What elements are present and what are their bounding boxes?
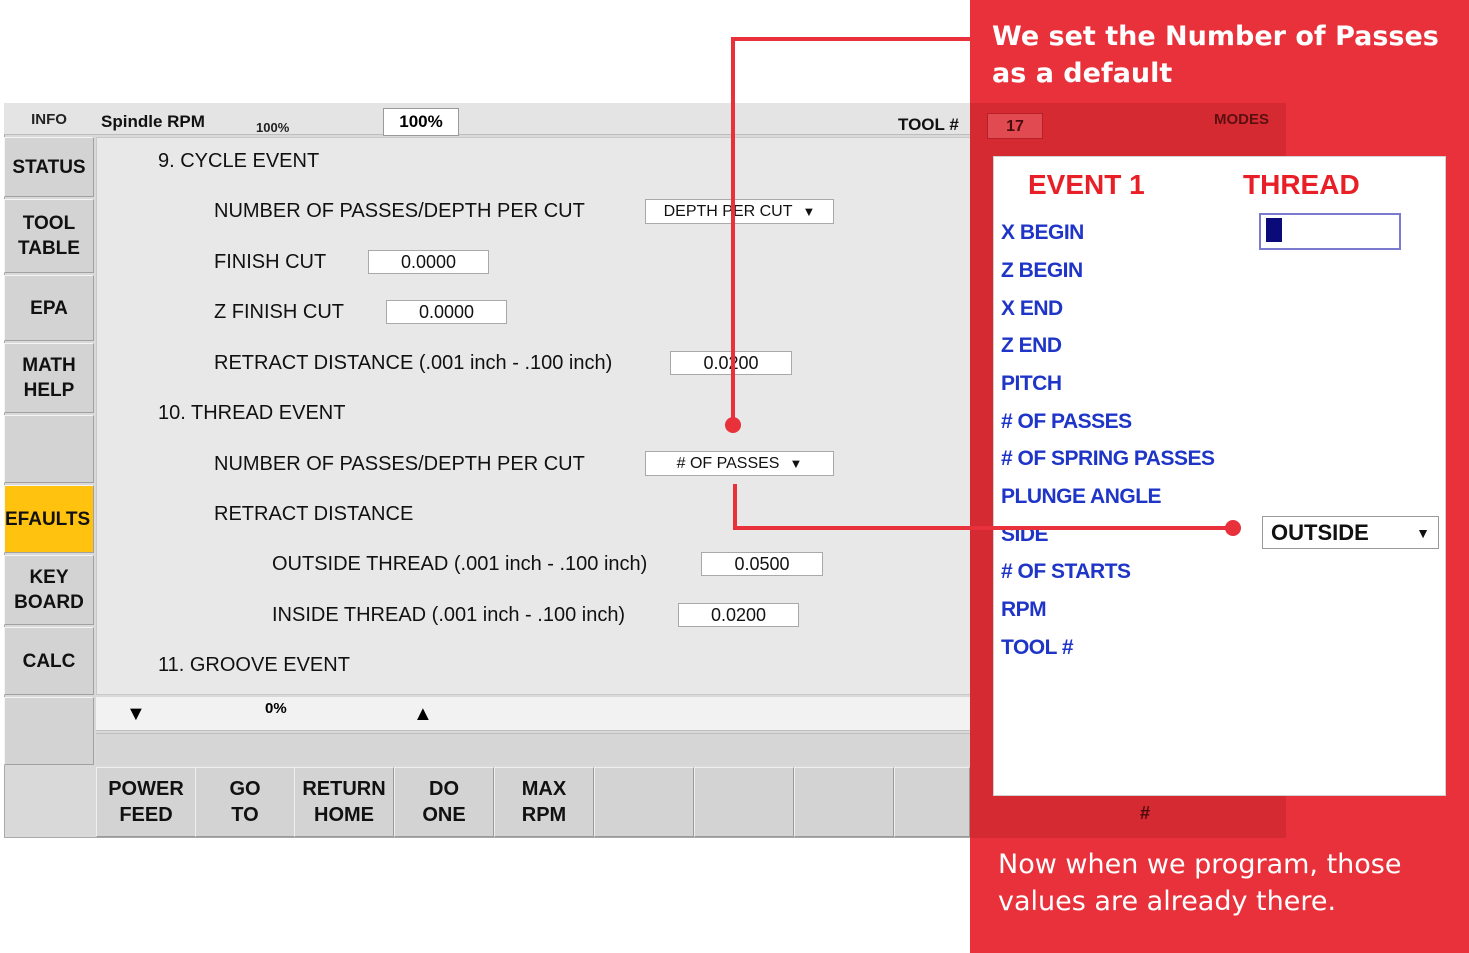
- return-home-button[interactable]: RETURN HOME: [294, 767, 394, 837]
- text-cursor: [1266, 218, 1282, 242]
- spindle-rpm-label: Spindle RPM: [101, 112, 205, 131]
- z-finish-cut-input[interactable]: 0.0000: [386, 300, 507, 324]
- field-num-passes: # OF PASSES: [1001, 410, 1132, 433]
- cycle-passes-dropdown[interactable]: DEPTH PER CUT ▼: [645, 199, 834, 224]
- field-spring-passes: # OF SPRING PASSES: [1001, 447, 1215, 470]
- thread-passes-dropdown[interactable]: # OF PASSES ▼: [645, 451, 834, 476]
- retract-distance-label: RETRACT DISTANCE (.001 inch - .100 inch): [214, 352, 613, 374]
- max-rpm-button[interactable]: MAX RPM: [494, 767, 594, 837]
- field-tool-number: TOOL #: [1001, 636, 1074, 659]
- field-rpm: RPM: [1001, 598, 1047, 621]
- field-z-begin: Z BEGIN: [1001, 259, 1083, 282]
- cycle-event-header: 9. CYCLE EVENT: [158, 150, 320, 172]
- spindle-percent-box[interactable]: 100%: [383, 108, 459, 136]
- outside-thread-input[interactable]: 0.0500: [701, 552, 823, 576]
- sidebar-math-help-button[interactable]: MATH HELP: [4, 343, 94, 413]
- sidebar-empty-button[interactable]: [4, 697, 94, 765]
- sidebar-defaults-button[interactable]: EFAULTS: [4, 485, 94, 553]
- function-key-9[interactable]: [894, 767, 970, 837]
- sidebar-status-button[interactable]: STATUS: [4, 137, 94, 197]
- tool-number-value[interactable]: 17: [987, 113, 1043, 139]
- finish-cut-label: FINISH CUT: [214, 251, 327, 273]
- thread-retract-label: RETRACT DISTANCE: [214, 503, 414, 525]
- event-card: [993, 156, 1446, 796]
- event-number-title: EVENT 1: [1028, 169, 1145, 200]
- info-button[interactable]: INFO: [4, 103, 94, 135]
- thread-passes-label: NUMBER OF PASSES/DEPTH PER CUT: [214, 453, 585, 475]
- event-type-title: THREAD: [1243, 169, 1360, 200]
- thread-event-header: 10. THREAD EVENT: [158, 402, 346, 424]
- sidebar-blank-button[interactable]: [4, 415, 94, 483]
- feed-percent-label: 0%: [265, 700, 287, 717]
- sidebar-epa-button[interactable]: EPA: [4, 275, 94, 341]
- hash-key[interactable]: #: [1100, 798, 1190, 828]
- function-key-8[interactable]: [794, 767, 894, 837]
- connector-line-down: [733, 484, 737, 530]
- callout-bottom-text: Now when we program, those values are al…: [998, 849, 1402, 917]
- thread-passes-value: # OF PASSES: [676, 454, 780, 472]
- callout-top-text: We set the Number of Passes as a default: [992, 21, 1439, 89]
- do-one-button[interactable]: DO ONE: [394, 767, 494, 837]
- connector-dot-passes: [725, 417, 741, 433]
- feed-up-arrow-icon[interactable]: ▲: [413, 703, 433, 726]
- groove-event-header: 11. GROOVE EVENT: [158, 654, 350, 676]
- inside-thread-label: INSIDE THREAD (.001 inch - .100 inch): [272, 604, 626, 626]
- connector-line-side: [733, 526, 1233, 530]
- function-key-7[interactable]: [694, 767, 794, 837]
- feed-down-arrow-icon[interactable]: ▼: [126, 703, 146, 726]
- side-select[interactable]: OUTSIDE ▼: [1262, 516, 1439, 549]
- connector-line-top: [731, 37, 975, 41]
- cycle-passes-label: NUMBER OF PASSES/DEPTH PER CUT: [214, 200, 585, 222]
- field-x-begin: X BEGIN: [1001, 221, 1084, 244]
- z-finish-cut-label: Z FINISH CUT: [214, 301, 344, 323]
- chevron-down-icon: ▼: [802, 204, 816, 219]
- go-to-button[interactable]: GO TO: [195, 767, 295, 837]
- connector-line-vertical: [731, 37, 735, 425]
- power-feed-button[interactable]: POWER FEED: [96, 767, 196, 837]
- finish-cut-input[interactable]: 0.0000: [368, 250, 489, 274]
- field-num-starts: # OF STARTS: [1001, 560, 1131, 583]
- outside-thread-label: OUTSIDE THREAD (.001 inch - .100 inch): [272, 553, 648, 575]
- field-z-end: Z END: [1001, 334, 1062, 357]
- sidebar-tool-table-button[interactable]: TOOL TABLE: [4, 199, 94, 273]
- feed-override-row: [96, 697, 976, 731]
- sidebar-calc-button[interactable]: CALC: [4, 627, 94, 695]
- chevron-down-icon: ▼: [789, 456, 803, 471]
- cycle-passes-value: DEPTH PER CUT: [663, 202, 793, 220]
- field-x-end: X END: [1001, 297, 1063, 320]
- field-pitch: PITCH: [1001, 372, 1062, 395]
- chevron-down-icon: ▼: [1416, 524, 1430, 541]
- field-plunge-angle: PLUNGE ANGLE: [1001, 485, 1162, 508]
- spindle-percent-label: 100%: [256, 120, 290, 135]
- modes-button[interactable]: MODES: [1197, 105, 1286, 133]
- side-select-value: OUTSIDE: [1271, 519, 1369, 545]
- function-key-6[interactable]: [594, 767, 694, 837]
- inside-thread-input[interactable]: 0.0200: [678, 603, 799, 627]
- connector-dot-side: [1225, 520, 1241, 536]
- tool-number-label: TOOL #: [898, 115, 959, 134]
- sidebar-keyboard-button[interactable]: KEY BOARD: [4, 555, 94, 625]
